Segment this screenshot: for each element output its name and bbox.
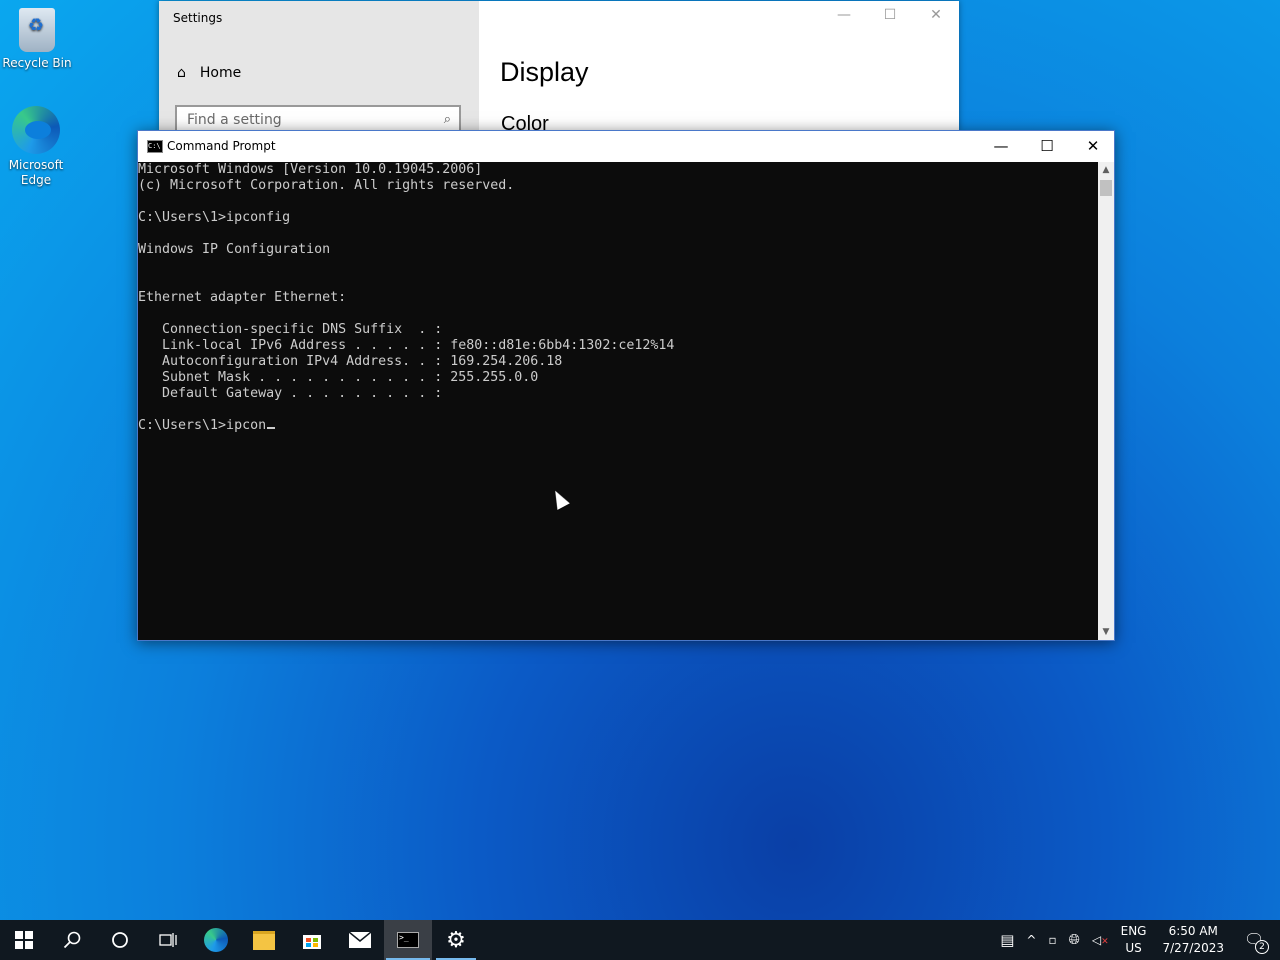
scroll-down-icon[interactable]: ▼: [1098, 627, 1114, 637]
circle-icon: [112, 932, 128, 948]
search-icon: ⌕: [443, 112, 451, 127]
scroll-up-icon[interactable]: ▲: [1098, 165, 1114, 175]
clock-time: 6:50 AM: [1168, 924, 1218, 938]
cmd-output-line: [138, 402, 1098, 418]
cmd-output-line: [138, 258, 1098, 274]
file-explorer-button[interactable]: [240, 920, 288, 960]
mail-button[interactable]: [336, 920, 384, 960]
language-indicator[interactable]: ENG US: [1115, 923, 1153, 957]
cmd-output[interactable]: Microsoft Windows [Version 10.0.19045.20…: [138, 162, 1098, 640]
cmd-output-line: Subnet Mask . . . . . . . . . . . : 255.…: [138, 370, 539, 385]
settings-window[interactable]: Settings ⌂ Home Find a setting ⌕ Display…: [159, 1, 959, 135]
cmd-output-text: Microsoft Windows [Version 10.0.19045.20…: [138, 162, 1098, 418]
search-placeholder: Find a setting: [187, 112, 282, 128]
cmd-output-line: (c) Microsoft Corporation. All rights re…: [138, 178, 515, 193]
settings-minimize-button[interactable]: —: [829, 7, 859, 23]
cmd-output-line: Default Gateway . . . . . . . . . :: [138, 386, 443, 401]
start-button[interactable]: [0, 920, 48, 960]
search-button[interactable]: [48, 920, 96, 960]
cmd-output-line: C:\Users\1>ipconfig: [138, 210, 291, 225]
notification-center-button[interactable]: 🗨︎ 2: [1234, 920, 1280, 960]
home-label: Home: [199, 65, 242, 81]
settings-maximize-button[interactable]: ☐: [875, 7, 905, 23]
home-icon: ⌂: [177, 65, 186, 81]
network-globe-icon[interactable]: 🌐︎: [1063, 932, 1086, 948]
settings-title: Settings: [173, 11, 223, 25]
cmd-output-line: Microsoft Windows [Version 10.0.19045.20…: [138, 162, 483, 177]
task-view-button[interactable]: [144, 920, 192, 960]
recycle-bin-desktop-icon[interactable]: Recycle Bin: [0, 8, 75, 71]
taskbar: >_ ⚙ ▤ ^ ▫ 🌐︎ ◁✕ ENG US 6:50 AM 7/27/202…: [0, 920, 1280, 960]
mail-icon: [349, 932, 371, 948]
cmd-output-line: Ethernet adapter Ethernet:: [138, 290, 347, 305]
search-icon: [63, 931, 81, 949]
cmd-output-line: Autoconfiguration IPv4 Address. . : 169.…: [138, 354, 563, 369]
settings-close-button[interactable]: ✕: [921, 7, 951, 23]
cmd-icon: >_: [397, 932, 419, 948]
clock-date: 7/27/2023: [1162, 941, 1224, 955]
volume-muted-icon[interactable]: ◁✕: [1086, 933, 1115, 947]
windows-logo-icon: [15, 931, 33, 949]
cmd-output-line: [138, 226, 1098, 242]
gear-icon: ⚙: [446, 927, 466, 953]
edge-taskbar-button[interactable]: [192, 920, 240, 960]
cmd-current-input: C:\Users\1>ipcon: [138, 418, 267, 433]
cmd-output-line: [138, 306, 1098, 322]
cmd-output-line: Windows IP Configuration: [138, 242, 331, 257]
cmd-close-button[interactable]: ✕: [1070, 131, 1116, 162]
system-tray: ▤ ^ ▫ 🌐︎ ◁✕ ENG US 6:50 AM 7/27/2023 🗨︎ …: [994, 920, 1280, 960]
task-view-icon: [159, 933, 177, 947]
cmd-output-line: Connection-specific DNS Suffix . :: [138, 322, 443, 337]
cmd-output-line: [138, 274, 1098, 290]
show-hidden-icons-chevron-icon[interactable]: ^: [1020, 933, 1042, 947]
notification-count-badge: 2: [1255, 940, 1269, 954]
folder-icon: [253, 930, 275, 950]
settings-home-link[interactable]: ⌂ Home: [177, 65, 241, 81]
edge-icon: [204, 928, 228, 952]
settings-search-input[interactable]: Find a setting ⌕: [175, 105, 461, 133]
cmd-scrollbar[interactable]: ▲ ▼: [1098, 162, 1114, 640]
recycle-bin-label: Recycle Bin: [2, 56, 72, 70]
page-title: Display: [500, 57, 589, 87]
meet-now-icon[interactable]: ▫: [1042, 933, 1062, 947]
cmd-prompt-line[interactable]: C:\Users\1>ipcon: [138, 418, 1098, 434]
language-top: ENG: [1120, 924, 1147, 938]
cortana-button[interactable]: [96, 920, 144, 960]
store-button[interactable]: [288, 920, 336, 960]
recycle-bin-icon: [19, 8, 55, 52]
edge-icon: [12, 106, 60, 154]
cmd-title: Command Prompt: [167, 139, 276, 153]
edge-label: Microsoft Edge: [8, 158, 64, 187]
cmd-maximize-button[interactable]: ☐: [1024, 131, 1070, 162]
cmd-output-line: [138, 194, 1098, 210]
cmd-minimize-button[interactable]: —: [978, 131, 1024, 162]
cmd-output-line: Link-local IPv6 Address . . . . . : fe80…: [138, 338, 675, 353]
cmd-taskbar-button[interactable]: >_: [384, 920, 432, 960]
settings-taskbar-button[interactable]: ⚙: [432, 920, 480, 960]
text-cursor: [267, 427, 276, 429]
language-bottom: US: [1125, 941, 1142, 955]
clock[interactable]: 6:50 AM 7/27/2023: [1152, 923, 1234, 957]
news-widget-icon[interactable]: ▤: [994, 931, 1020, 949]
cmd-title-bar[interactable]: C:\ Command Prompt — ☐ ✕: [138, 131, 1114, 162]
command-prompt-window[interactable]: C:\ Command Prompt — ☐ ✕ Microsoft Windo…: [137, 130, 1115, 641]
scroll-thumb[interactable]: [1100, 180, 1112, 196]
edge-desktop-icon[interactable]: Microsoft Edge: [0, 106, 74, 188]
cmd-icon: C:\: [147, 140, 163, 153]
store-icon: [303, 935, 321, 949]
